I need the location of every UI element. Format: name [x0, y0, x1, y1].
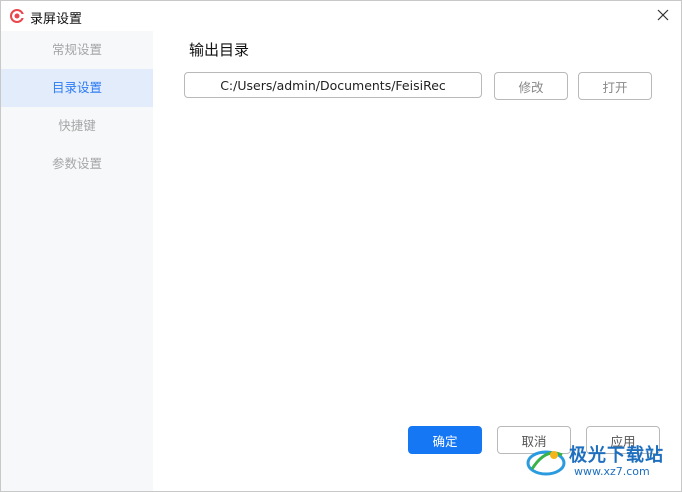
window-title: 录屏设置	[30, 12, 83, 27]
sidebar-item-directory[interactable]: 目录设置	[1, 69, 153, 107]
title-bar: 录屏设置	[1, 1, 681, 31]
close-icon	[657, 9, 669, 21]
section-title: 输出目录	[189, 41, 250, 59]
sidebar-item-parameters[interactable]: 参数设置	[1, 145, 153, 183]
apply-button[interactable]: 应用	[586, 426, 660, 454]
settings-sidebar: 常规设置 目录设置 快捷键 参数设置	[1, 31, 153, 491]
cancel-button[interactable]: 取消	[497, 426, 571, 454]
open-button[interactable]: 打开	[578, 72, 652, 100]
watermark-url: www.xz7.com	[574, 465, 650, 478]
output-path-field[interactable]	[184, 72, 482, 98]
record-icon	[10, 9, 24, 23]
sidebar-item-shortcuts[interactable]: 快捷键	[1, 107, 153, 145]
modify-button[interactable]: 修改	[494, 72, 568, 100]
ok-button[interactable]: 确定	[408, 426, 482, 454]
close-button[interactable]	[653, 5, 673, 25]
sidebar-item-general[interactable]: 常规设置	[1, 31, 153, 69]
settings-window: 录屏设置 常规设置 目录设置 快捷键 参数设置 输出目录 修改 打开 确定 取消…	[0, 0, 682, 492]
